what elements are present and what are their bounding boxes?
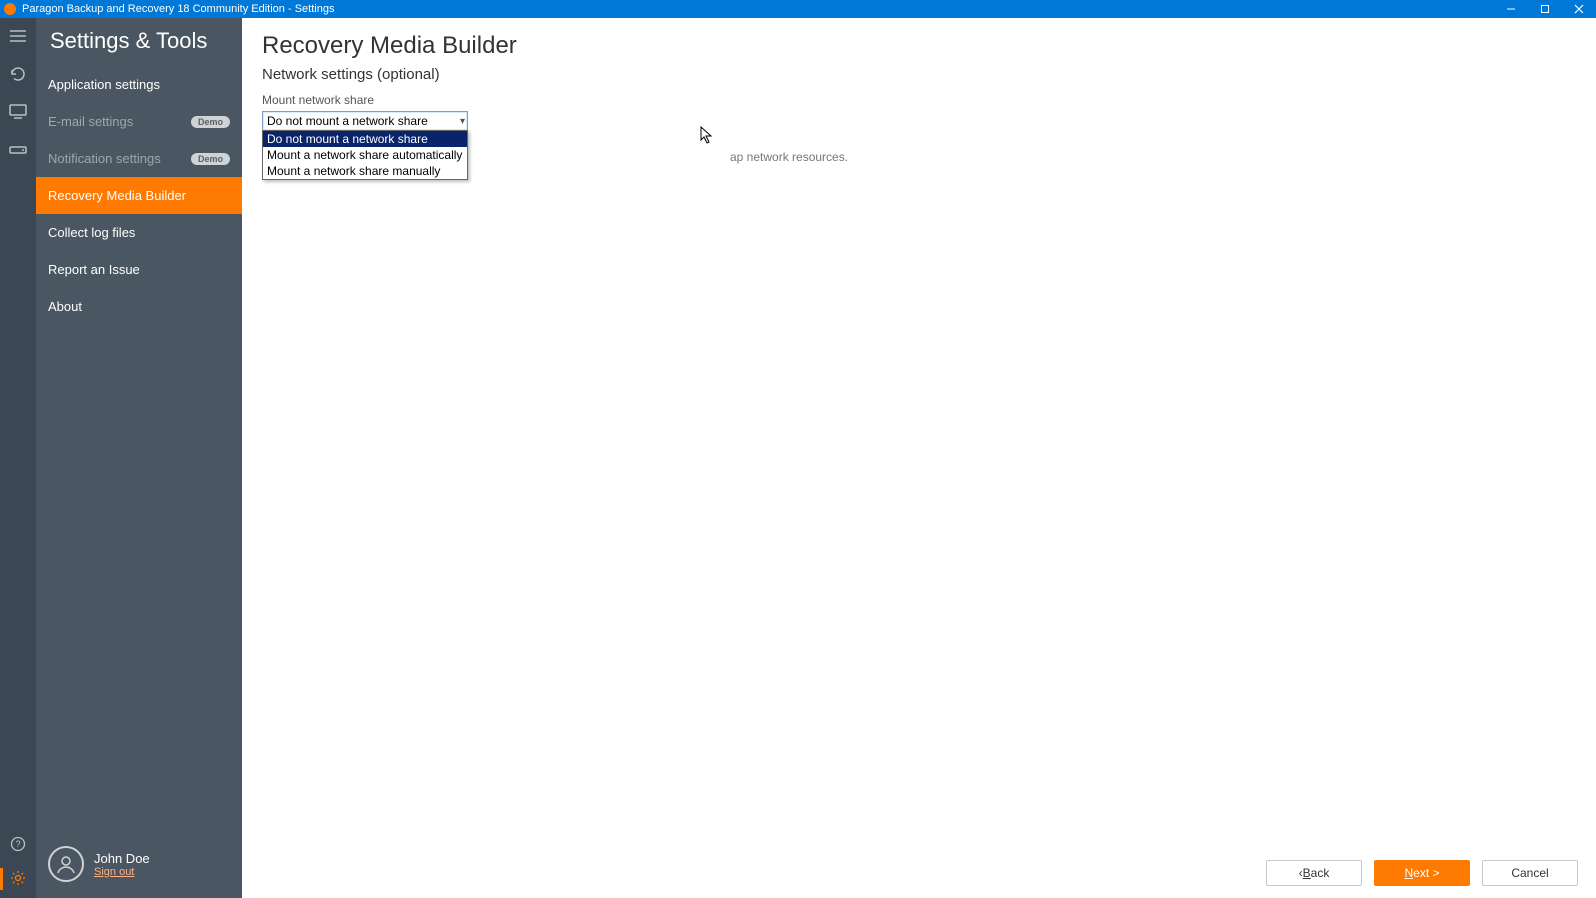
window-title: Paragon Backup and Recovery 18 Community… — [22, 3, 334, 15]
sidebar-item-about[interactable]: About — [36, 288, 242, 325]
chevron-down-icon: ▾ — [460, 116, 465, 127]
back-rest: ack — [1311, 866, 1330, 880]
sidebar-item-label: E-mail settings — [48, 114, 133, 129]
sidebar-item-label: Report an Issue — [48, 262, 140, 277]
window-controls — [1494, 0, 1596, 18]
close-button[interactable] — [1562, 0, 1596, 18]
hint-text: ap network resources. — [730, 150, 848, 164]
combobox-option[interactable]: Mount a network share automatically — [263, 147, 467, 163]
svg-text:?: ? — [15, 839, 20, 849]
restore-icon[interactable] — [8, 64, 28, 84]
icon-rail: ? — [0, 18, 36, 898]
sidebar: Settings & Tools Application settings E-… — [36, 18, 242, 898]
monitor-icon[interactable] — [8, 102, 28, 122]
next-mnemonic: N — [1404, 866, 1413, 880]
sidebar-title: Settings & Tools — [36, 18, 242, 66]
page-subtitle: Network settings (optional) — [242, 66, 1596, 93]
minimize-button[interactable] — [1494, 0, 1528, 18]
page-title: Recovery Media Builder — [242, 18, 1596, 66]
user-name: John Doe — [94, 851, 150, 866]
sidebar-item-report-an-issue[interactable]: Report an Issue — [36, 251, 242, 288]
combobox-option[interactable]: Do not mount a network share — [263, 131, 467, 147]
sign-out-link[interactable]: Sign out — [94, 866, 150, 878]
field-label: Mount network share — [242, 93, 1596, 111]
sidebar-item-label: Application settings — [48, 77, 160, 92]
sidebar-item-notification-settings[interactable]: Notification settings Demo — [36, 140, 242, 177]
next-button[interactable]: Next > — [1374, 860, 1470, 886]
disk-icon[interactable] — [8, 140, 28, 160]
sidebar-item-collect-log-files[interactable]: Collect log files — [36, 214, 242, 251]
user-area: John Doe Sign out — [36, 836, 242, 898]
cancel-label: Cancel — [1511, 866, 1548, 880]
menu-icon[interactable] — [8, 26, 28, 46]
wizard-footer: ‹ Back Next > Cancel — [1266, 860, 1578, 886]
demo-badge: Demo — [191, 116, 230, 128]
cursor-icon — [700, 126, 714, 147]
content-pane: Recovery Media Builder Network settings … — [242, 18, 1596, 898]
demo-badge: Demo — [191, 153, 230, 165]
titlebar: Paragon Backup and Recovery 18 Community… — [0, 0, 1596, 18]
sidebar-item-recovery-media-builder[interactable]: Recovery Media Builder — [36, 177, 242, 214]
app-icon — [4, 3, 16, 15]
back-mnemonic: B — [1303, 866, 1311, 880]
mount-share-combobox[interactable]: Do not mount a network share ▾ — [262, 111, 468, 131]
back-button[interactable]: ‹ Back — [1266, 860, 1362, 886]
sidebar-item-label: Recovery Media Builder — [48, 188, 186, 203]
combobox-value: Do not mount a network share — [267, 114, 428, 128]
avatar-icon — [48, 846, 84, 882]
combobox-option[interactable]: Mount a network share manually — [263, 163, 467, 179]
sidebar-item-label: Collect log files — [48, 225, 135, 240]
next-rest: ext > — [1413, 866, 1439, 880]
sidebar-item-label: About — [48, 299, 82, 314]
cancel-button[interactable]: Cancel — [1482, 860, 1578, 886]
gear-icon[interactable] — [8, 868, 28, 888]
sidebar-item-application-settings[interactable]: Application settings — [36, 66, 242, 103]
sidebar-item-label: Notification settings — [48, 151, 161, 166]
sidebar-item-email-settings[interactable]: E-mail settings Demo — [36, 103, 242, 140]
combobox-dropdown: Do not mount a network share Mount a net… — [262, 130, 468, 180]
maximize-button[interactable] — [1528, 0, 1562, 18]
help-icon[interactable]: ? — [8, 834, 28, 854]
